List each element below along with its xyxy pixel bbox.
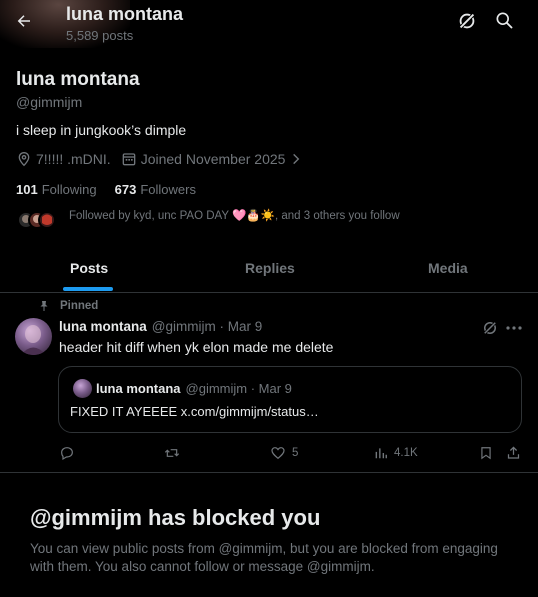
- search-icon: [496, 12, 513, 29]
- like-button[interactable]: 5: [270, 444, 298, 462]
- quoted-post[interactable]: [58, 366, 522, 433]
- quoted-post-header: luna montana @gimmijm · Mar 9: [96, 381, 292, 396]
- tab-media[interactable]: Media: [428, 260, 468, 276]
- back-arrow-icon: [17, 15, 30, 27]
- bookmark-icon: [481, 447, 491, 460]
- repost-button[interactable]: [163, 444, 187, 462]
- share-icon: [507, 446, 520, 459]
- profile-meta: 7!!!!! .mDNI. Joined November 2025: [16, 151, 307, 167]
- followed-by-prefix: Followed by kyd, unc PAO DAY: [69, 210, 229, 222]
- post-grok-button[interactable]: [481, 319, 499, 337]
- followed-by-avatars[interactable]: [16, 208, 60, 232]
- grok-icon: [458, 12, 476, 30]
- back-button[interactable]: [10, 8, 38, 34]
- reply-button[interactable]: [59, 444, 81, 462]
- post-author-name[interactable]: luna montana: [59, 319, 147, 334]
- profile-bio: i sleep in jungkook’s dimple: [16, 122, 187, 138]
- tab-posts[interactable]: Posts: [70, 260, 108, 276]
- repost-icon: [164, 449, 180, 457]
- followed-by-text[interactable]: Followed by kyd, unc PAO DAY 🩷🎂☀️, and 3…: [69, 208, 400, 224]
- post-meta[interactable]: @gimmijm · Mar 9: [152, 319, 262, 334]
- reply-icon: [61, 447, 73, 461]
- profile-location: 7!!!!! .mDNI.: [36, 151, 111, 167]
- tabs-divider: [0, 292, 538, 293]
- share-button[interactable]: [506, 444, 527, 462]
- post-more-button[interactable]: [505, 320, 523, 336]
- profile-name: luna montana: [16, 69, 140, 90]
- more-dots-icon: [506, 326, 522, 330]
- following-label[interactable]: Following: [42, 182, 97, 197]
- following-count[interactable]: 101: [16, 182, 38, 197]
- followed-by-emoji: 🩷🎂☀️: [232, 210, 275, 222]
- chevron-right-icon[interactable]: [289, 152, 303, 166]
- quoted-post-avatar: [73, 379, 92, 398]
- views-button[interactable]: 4.1K: [374, 444, 418, 462]
- like-count: 5: [292, 447, 299, 459]
- pin-icon: [40, 301, 48, 311]
- tab-replies[interactable]: Replies: [245, 260, 295, 276]
- blocked-description: You can view public posts from @gimmijm,…: [30, 541, 498, 574]
- quoted-post-meta: @gimmijm · Mar 9: [185, 381, 292, 396]
- calendar-icon: [122, 153, 136, 166]
- post-text: header hit diff when yk elon made me del…: [59, 339, 334, 355]
- blocked-title: @gimmijm has blocked you: [30, 505, 321, 530]
- views-chart-icon: [375, 448, 387, 459]
- header-post-count: 5,589 posts: [66, 28, 134, 43]
- post-divider: [0, 472, 538, 473]
- follow-stats: 101 Following 673 Followers: [16, 182, 214, 197]
- location-icon: [18, 151, 30, 167]
- post-header: luna montana @gimmijm · Mar 9: [59, 319, 262, 334]
- followers-count[interactable]: 673: [115, 182, 137, 197]
- followers-label[interactable]: Followers: [140, 182, 196, 197]
- followed-by-suffix: , and 3 others you follow: [274, 210, 400, 222]
- grok-button[interactable]: [456, 10, 478, 32]
- post-author-avatar[interactable]: [15, 318, 52, 355]
- quoted-author-name: luna montana: [96, 381, 181, 396]
- profile-handle: @gimmijm: [16, 94, 83, 110]
- search-button[interactable]: [494, 10, 516, 32]
- header-title: luna montana: [66, 4, 184, 24]
- heart-icon: [271, 447, 285, 460]
- pinned-label: Pinned: [38, 300, 98, 312]
- active-tab-indicator: [63, 287, 113, 291]
- grok-icon: [482, 320, 498, 336]
- pinned-text: Pinned: [60, 300, 99, 312]
- bookmark-button[interactable]: [479, 444, 499, 462]
- quoted-post-text: FIXED IT AYEEEE x.com/gimmijm/status…: [70, 404, 319, 419]
- profile-joined: Joined November 2025: [140, 151, 286, 167]
- views-count: 4.1K: [394, 447, 418, 459]
